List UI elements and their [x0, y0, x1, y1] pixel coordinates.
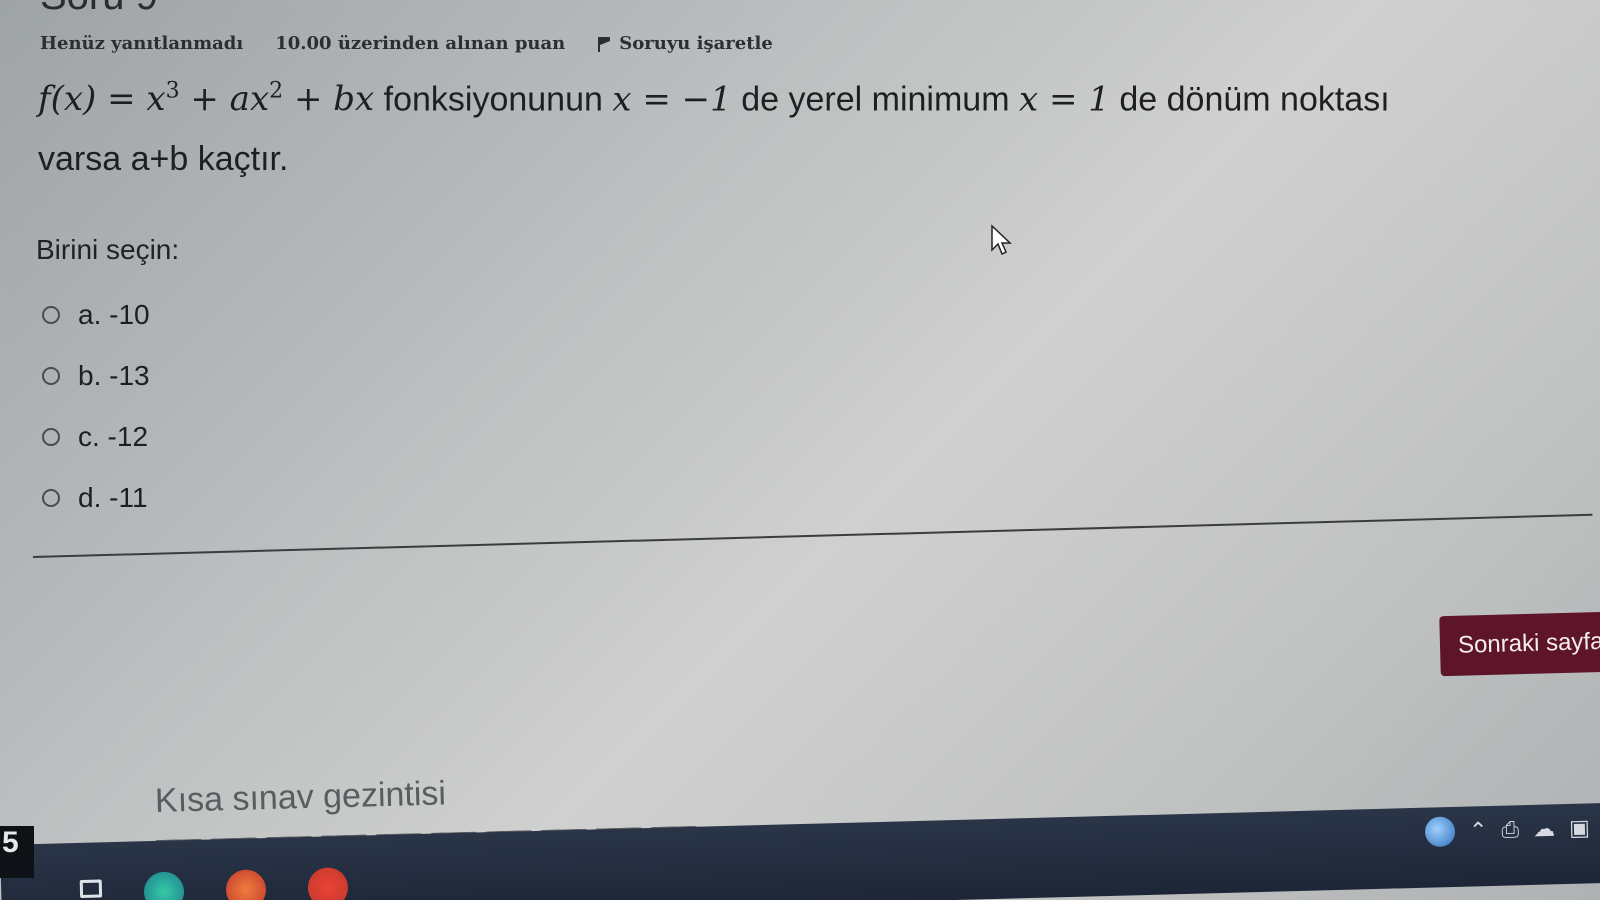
radio-button[interactable] — [42, 488, 60, 507]
answer-options: a. -10 b. -13 c. -12 d. -11 — [42, 284, 150, 528]
chevron-up-icon[interactable]: ⌃ — [1469, 818, 1488, 844]
local-min-point: x = −1 — [612, 79, 732, 120]
question-text: f(x) = x3 + ax2 + bx fonksiyonunun x = −… — [38, 62, 1578, 189]
question-points: 10.00 üzerinden alınan puan — [275, 33, 566, 54]
option-label: d. -11 — [78, 481, 148, 513]
browser-icon[interactable] — [225, 869, 267, 900]
option-a[interactable]: a. -10 — [42, 284, 150, 345]
radio-button[interactable] — [42, 366, 60, 385]
answer-status: Henüz yanıtlanmadı — [40, 33, 244, 54]
quiz-navigation-title: Kısa sınav gezintisi — [154, 774, 447, 820]
cloud-icon[interactable]: ☁ — [1533, 816, 1556, 843]
chrome-icon[interactable] — [307, 867, 349, 900]
flag-question-link[interactable]: Soruyu işaretle — [597, 33, 805, 54]
page-title: Soru 9 — [40, 0, 158, 19]
usb-icon[interactable]: ⎙ — [1501, 817, 1519, 843]
option-label: b. -13 — [78, 359, 150, 391]
question-text-part2: de yerel minimum — [741, 80, 1010, 119]
choose-one-label: Birini seçin: — [36, 234, 180, 265]
mouse-cursor-icon — [991, 224, 1012, 256]
option-d[interactable]: d. -11 — [42, 467, 150, 528]
question-text-part4: varsa a+b kaçtır. — [38, 140, 289, 179]
function-formula: f(x) = x3 + ax2 + bx — [38, 79, 375, 120]
flag-question-label: Soruyu işaretle — [619, 33, 773, 54]
weather-icon[interactable] — [1424, 816, 1456, 848]
notification-icon[interactable]: ▣ — [1569, 815, 1590, 842]
option-label: a. -10 — [78, 298, 150, 330]
question-text-part3: de dönüm noktası — [1119, 80, 1390, 119]
question-text-part1: fonksiyonunun — [383, 80, 603, 119]
edge-icon[interactable] — [143, 871, 185, 900]
radio-button[interactable] — [42, 305, 60, 324]
system-tray: ⌃ ⎙ ☁ ▣ — [1424, 813, 1591, 848]
question-info-bar: Henüz yanıtlanmadı 10.00 üzerinden alına… — [40, 33, 805, 54]
option-label: c. -12 — [78, 420, 149, 452]
next-page-button[interactable]: Sonraki sayfa — [1439, 611, 1600, 677]
task-view-icon[interactable] — [79, 879, 103, 899]
option-b[interactable]: b. -13 — [42, 345, 150, 406]
radio-button[interactable] — [42, 427, 60, 446]
inflection-point: x = 1 — [1019, 79, 1110, 120]
flag-icon — [597, 36, 611, 52]
side-tab[interactable]: 5 — [0, 826, 34, 878]
option-c[interactable]: c. -12 — [42, 406, 150, 467]
divider — [32, 513, 1593, 558]
